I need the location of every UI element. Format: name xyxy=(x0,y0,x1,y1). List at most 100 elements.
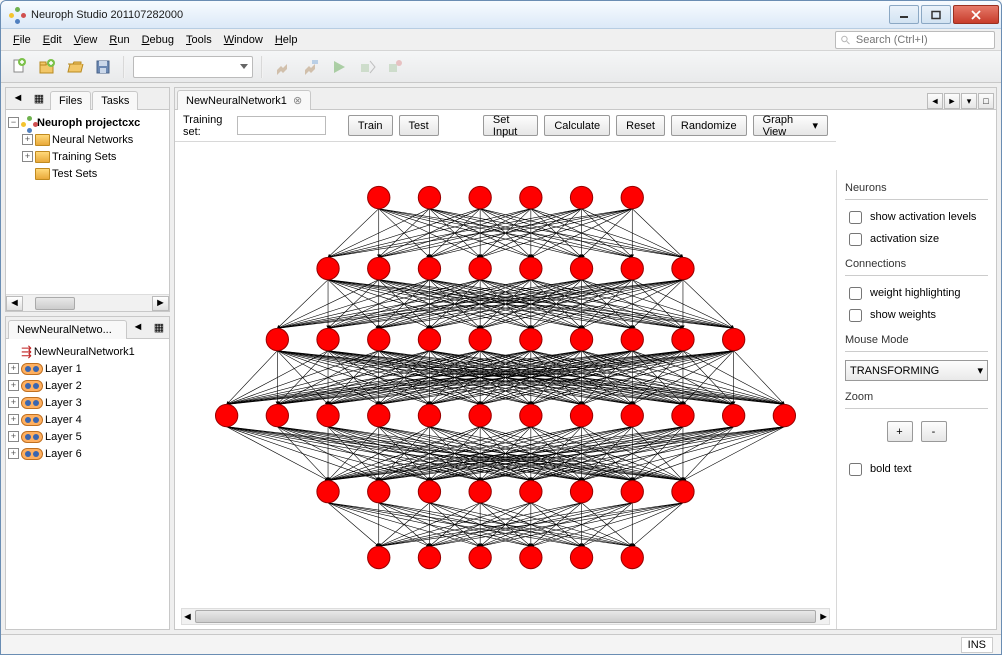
weight-highlighting-checkbox[interactable]: weight highlighting xyxy=(845,284,988,302)
app-icon xyxy=(9,7,25,23)
menu-view[interactable]: View xyxy=(68,32,104,48)
clean-build-button[interactable] xyxy=(299,55,323,79)
layer-icon xyxy=(21,448,43,460)
close-button[interactable] xyxy=(953,5,999,24)
minimize-button[interactable] xyxy=(889,5,919,24)
calculate-button[interactable]: Calculate xyxy=(544,115,610,136)
project-root[interactable]: −Neuroph projectcxc xyxy=(8,114,167,131)
chevron-down-icon xyxy=(240,64,248,70)
search-input[interactable] xyxy=(854,33,990,47)
layer-icon xyxy=(21,397,43,409)
tab-files[interactable]: Files xyxy=(50,91,91,110)
chevron-down-icon: ▾ xyxy=(977,364,983,377)
projects-hscroll[interactable]: ◄► xyxy=(6,294,169,311)
nav-left-icon[interactable]: ◄ xyxy=(9,89,27,107)
scroll-left-button[interactable]: ◄ xyxy=(927,93,943,109)
close-tab-icon[interactable]: ⊗ xyxy=(293,95,302,107)
layer-item[interactable]: +Layer 3 xyxy=(8,394,167,411)
bold-text-checkbox[interactable]: bold text xyxy=(845,460,988,478)
randomize-button[interactable]: Randomize xyxy=(671,115,747,136)
mouse-mode-heading: Mouse Mode xyxy=(845,334,988,346)
projects-tree[interactable]: −Neuroph projectcxc +Neural Networks +Tr… xyxy=(6,110,169,294)
editor-panel: NewNeuralNetwork1 ⊗ ◄ ► ▾ □ Training set… xyxy=(174,87,997,630)
profile-button[interactable] xyxy=(383,55,407,79)
set-input-button[interactable]: Set Input xyxy=(483,115,538,136)
projects-tabs: ◄ ▦ Files Tasks xyxy=(6,88,169,110)
canvas-hscroll[interactable]: ◄► xyxy=(181,608,830,625)
layer-icon xyxy=(21,380,43,392)
debug-button[interactable] xyxy=(355,55,379,79)
layer-item[interactable]: +Layer 4 xyxy=(8,411,167,428)
layer-item[interactable]: +Layer 5 xyxy=(8,428,167,445)
side-panel: Neurons show activation levels activatio… xyxy=(836,170,996,629)
show-weights-checkbox[interactable]: show weights xyxy=(845,306,988,324)
quick-search[interactable] xyxy=(835,31,995,49)
insert-mode-indicator: INS xyxy=(961,637,993,653)
layer-item[interactable]: +Layer 1 xyxy=(8,360,167,377)
navigator-tabs: NewNeuralNetwo... ◄ ▦ xyxy=(6,317,169,339)
layer-icon xyxy=(21,414,43,426)
scroll-right-button[interactable]: ► xyxy=(944,93,960,109)
menu-help[interactable]: Help xyxy=(269,32,304,48)
layer-icon xyxy=(21,363,43,375)
folder-training-sets[interactable]: +Training Sets xyxy=(8,148,167,165)
navigator-tab[interactable]: NewNeuralNetwo... xyxy=(8,320,127,339)
window-title: Neuroph Studio 201107282000 xyxy=(31,9,183,21)
run-button[interactable] xyxy=(327,55,351,79)
maximize-editor-button[interactable]: □ xyxy=(978,93,994,109)
new-project-button[interactable] xyxy=(35,55,59,79)
training-set-label: Training set: xyxy=(183,114,231,138)
neurons-heading: Neurons xyxy=(845,182,988,194)
nav-left-icon[interactable]: ◄ xyxy=(129,318,147,336)
menu-run[interactable]: Run xyxy=(103,32,135,48)
view-combo[interactable]: Graph View ▾ xyxy=(753,115,828,136)
search-icon xyxy=(840,34,851,46)
menu-tools[interactable]: Tools xyxy=(180,32,218,48)
nav-menu-icon[interactable]: ▦ xyxy=(30,89,48,107)
titlebar: Neuroph Studio 201107282000 xyxy=(1,1,1001,29)
save-all-button[interactable] xyxy=(91,55,115,79)
reset-button[interactable]: Reset xyxy=(616,115,665,136)
network-canvas[interactable] xyxy=(181,148,830,602)
build-button[interactable] xyxy=(271,55,295,79)
new-file-button[interactable] xyxy=(7,55,31,79)
activation-size-checkbox[interactable]: activation size xyxy=(845,230,988,248)
folder-icon xyxy=(35,168,50,180)
layer-icon xyxy=(21,431,43,443)
show-activation-checkbox[interactable]: show activation levels xyxy=(845,208,988,226)
connections-heading: Connections xyxy=(845,258,988,270)
mouse-mode-combo[interactable]: TRANSFORMING▾ xyxy=(845,360,988,381)
folder-neural-networks[interactable]: +Neural Networks xyxy=(8,131,167,148)
dropdown-button[interactable]: ▾ xyxy=(961,93,977,109)
navigator-panel: NewNeuralNetwo... ◄ ▦ ⇶NewNeuralNetwork1… xyxy=(5,316,170,630)
statusbar: INS xyxy=(1,634,1001,654)
navigator-tree[interactable]: ⇶NewNeuralNetwork1 +Layer 1+Layer 2+Laye… xyxy=(6,339,169,629)
nav-menu-icon[interactable]: ▦ xyxy=(150,318,168,336)
zoom-in-button[interactable]: + xyxy=(887,421,913,442)
folder-test-sets[interactable]: Test Sets xyxy=(8,165,167,182)
tab-tasks[interactable]: Tasks xyxy=(92,91,138,110)
maximize-button[interactable] xyxy=(921,5,951,24)
editor-tab[interactable]: NewNeuralNetwork1 ⊗ xyxy=(177,90,311,110)
projects-panel: ◄ ▦ Files Tasks −Neuroph projectcxc +Neu… xyxy=(5,87,170,312)
zoom-heading: Zoom xyxy=(845,391,988,403)
toolbar xyxy=(1,51,1001,83)
folder-icon xyxy=(35,134,50,146)
project-root-label: Neuroph projectcxc xyxy=(37,117,140,129)
layer-item[interactable]: +Layer 2 xyxy=(8,377,167,394)
test-button[interactable]: Test xyxy=(399,115,439,136)
menubar: File Edit View Run Debug Tools Window He… xyxy=(1,29,1001,51)
menu-file[interactable]: File xyxy=(7,32,37,48)
config-combo[interactable] xyxy=(133,56,253,78)
menu-edit[interactable]: Edit xyxy=(37,32,68,48)
zoom-out-button[interactable]: - xyxy=(921,421,947,442)
layer-item[interactable]: +Layer 6 xyxy=(8,445,167,462)
menu-window[interactable]: Window xyxy=(218,32,269,48)
train-button[interactable]: Train xyxy=(348,115,393,136)
folder-icon xyxy=(35,151,50,163)
menu-debug[interactable]: Debug xyxy=(136,32,180,48)
training-set-field[interactable] xyxy=(237,116,326,135)
network-root[interactable]: ⇶NewNeuralNetwork1 xyxy=(8,343,167,360)
editor-toolbar: Training set: Train Test Set Input Calcu… xyxy=(175,110,836,142)
open-button[interactable] xyxy=(63,55,87,79)
